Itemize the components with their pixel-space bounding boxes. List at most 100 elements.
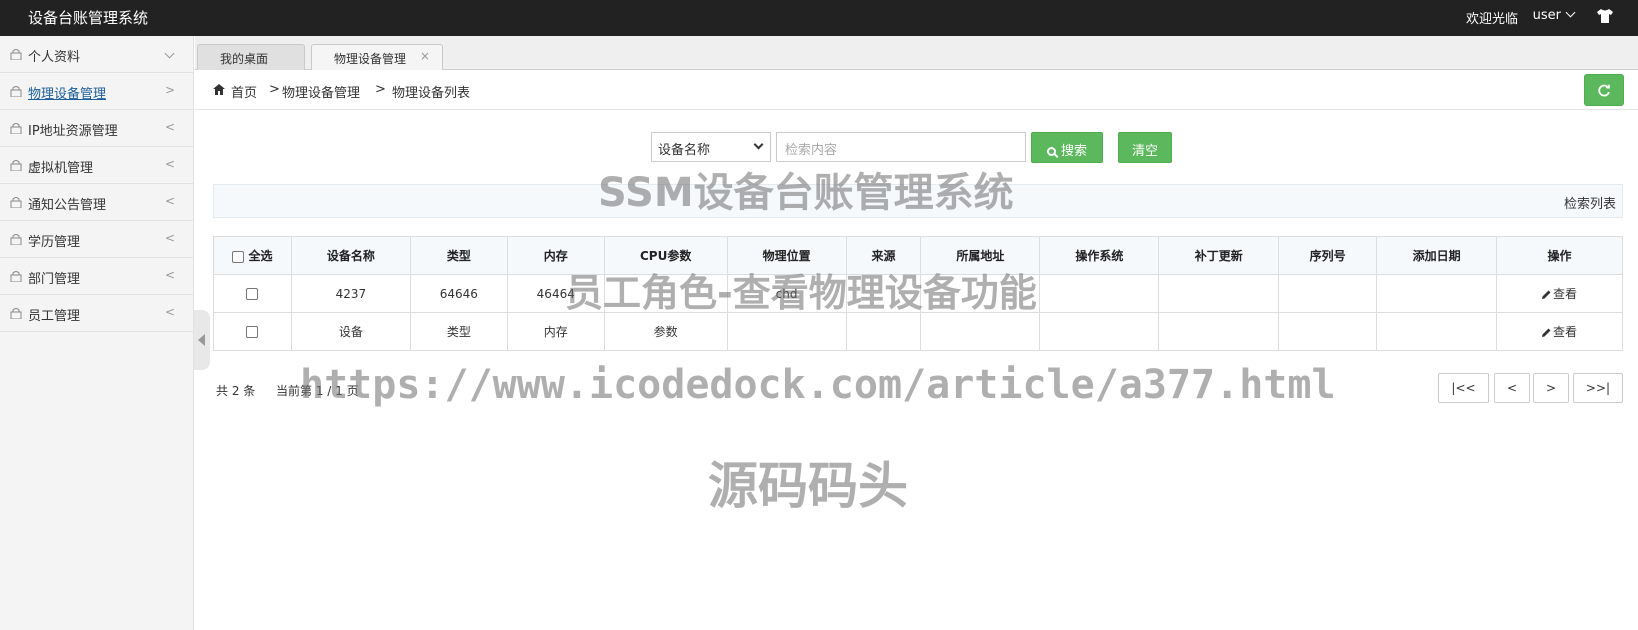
row-select-cell xyxy=(213,312,292,351)
search-placeholder: 检索内容 xyxy=(785,143,838,158)
cell-os xyxy=(1039,312,1160,351)
view-link[interactable]: 查看 xyxy=(1542,325,1577,339)
sidebar-item-label: 部门管理 xyxy=(28,272,81,287)
top-bar: 设备台账管理系统 欢迎光临 user xyxy=(0,0,1638,36)
clear-button-label: 清空 xyxy=(1131,144,1158,159)
cell-address xyxy=(920,312,1041,351)
column-header: 设备名称 xyxy=(290,236,411,275)
sidebar-item-label: 物理设备管理 xyxy=(28,87,107,102)
app-title: 设备台账管理系统 xyxy=(28,9,149,27)
sidebar-item-profile[interactable]: 个人资料 xyxy=(0,36,193,73)
sidebar-item-label: 虚拟机管理 xyxy=(28,161,94,176)
tab-physical-devices[interactable]: 物理设备管理 × xyxy=(311,44,443,71)
sidebar-item-ip-resources[interactable]: IP地址资源管理 < xyxy=(0,110,193,147)
sidebar-item-departments[interactable]: 部门管理 < xyxy=(0,258,193,295)
triangle-left-icon xyxy=(198,334,205,346)
cell-patch xyxy=(1158,312,1280,351)
lock-icon xyxy=(10,271,22,282)
select-all-checkbox[interactable] xyxy=(232,250,245,263)
lock-icon xyxy=(10,234,22,245)
close-icon[interactable]: × xyxy=(420,49,430,63)
row-checkbox[interactable] xyxy=(246,288,259,300)
refresh-button[interactable] xyxy=(1584,74,1624,106)
sidebar-item-label: 学历管理 xyxy=(28,235,81,250)
refresh-icon xyxy=(1598,84,1610,97)
sidebar-item-label: 员工管理 xyxy=(28,309,81,324)
arrow-left-icon: < xyxy=(164,305,175,319)
sidebar: 个人资料 物理设备管理 > IP地址资源管理 < 虚拟机管理 < 通知公告管理 … xyxy=(0,36,194,630)
user-menu[interactable]: user xyxy=(1532,7,1576,23)
sidebar-item-notices[interactable]: 通知公告管理 < xyxy=(0,184,193,221)
tab-bar: 我的桌面 物理设备管理 × xyxy=(195,36,1638,71)
sidebar-item-vm[interactable]: 虚拟机管理 < xyxy=(0,147,193,184)
clear-button[interactable]: 清空 xyxy=(1118,132,1172,163)
arrow-right-icon: > xyxy=(164,83,175,97)
watermark-subtitle: 员工角色-查看物理设备功能 xyxy=(565,271,1037,315)
cell-type: 类型 xyxy=(409,312,508,351)
cell-location xyxy=(726,312,847,351)
sidebar-item-employees[interactable]: 员工管理 < xyxy=(0,295,193,332)
breadcrumb-level2: 物理设备列表 xyxy=(392,86,471,101)
tab-label: 物理设备管理 xyxy=(334,52,407,66)
view-link[interactable]: 查看 xyxy=(1542,287,1577,301)
arrow-left-icon: < xyxy=(164,194,175,208)
view-label: 查看 xyxy=(1553,325,1578,339)
cell-memory: 内存 xyxy=(506,312,605,351)
first-page-button[interactable]: |<< xyxy=(1438,373,1489,403)
cell-action: 查看 xyxy=(1496,312,1623,351)
search-input[interactable]: 检索内容 xyxy=(776,132,1026,162)
sidebar-item-education[interactable]: 学历管理 < xyxy=(0,221,193,258)
view-label: 查看 xyxy=(1553,287,1578,301)
pencil-icon xyxy=(1542,328,1551,337)
chevron-down-icon xyxy=(164,48,175,59)
breadcrumb-separator: > xyxy=(269,82,280,97)
sidebar-collapse-handle[interactable] xyxy=(194,310,210,370)
cell-serial xyxy=(1278,274,1378,313)
chevron-down-icon xyxy=(753,139,764,150)
select-all-header[interactable]: 全选 xyxy=(213,236,292,275)
home-icon xyxy=(213,84,225,95)
breadcrumb-home[interactable]: 首页 xyxy=(231,82,257,101)
arrow-left-icon: < xyxy=(164,120,175,134)
lock-icon xyxy=(10,160,22,171)
tab-label: 我的桌面 xyxy=(220,52,269,66)
search-field-select[interactable]: 设备名称 xyxy=(651,132,771,162)
cell-action: 查看 xyxy=(1496,274,1623,313)
breadcrumb-separator: > xyxy=(375,82,386,97)
sidebar-item-physical-devices[interactable]: 物理设备管理 > xyxy=(0,73,193,110)
breadcrumb: 首页 > 物理设备管理 > 物理设备列表 xyxy=(195,70,1638,110)
cell-serial xyxy=(1278,312,1378,351)
column-header: 操作 xyxy=(1496,236,1623,275)
next-page-button[interactable]: > xyxy=(1533,373,1569,403)
cell-patch xyxy=(1158,274,1280,313)
arrow-left-icon: < xyxy=(164,268,175,282)
column-header: 操作系统 xyxy=(1039,236,1160,275)
search-button-label: 搜索 xyxy=(1060,144,1087,159)
cell-name: 设备 xyxy=(290,312,411,351)
sidebar-item-label: 个人资料 xyxy=(28,50,81,65)
search-field-value: 设备名称 xyxy=(658,143,711,158)
select-all-label: 全选 xyxy=(248,249,273,263)
arrow-left-icon: < xyxy=(164,157,175,171)
username: user xyxy=(1532,8,1561,23)
row-checkbox[interactable] xyxy=(246,326,259,338)
tab-desktop[interactable]: 我的桌面 xyxy=(197,44,305,70)
search-icon xyxy=(1046,147,1056,156)
lock-icon xyxy=(10,308,22,319)
column-header: 类型 xyxy=(409,236,508,275)
sidebar-item-label: 通知公告管理 xyxy=(28,198,107,213)
last-page-button[interactable]: >>| xyxy=(1573,373,1623,403)
theme-shirt-icon[interactable] xyxy=(1596,8,1614,24)
sidebar-item-label: IP地址资源管理 xyxy=(28,124,118,139)
breadcrumb-level1[interactable]: 物理设备管理 xyxy=(282,82,360,101)
cell-os xyxy=(1039,274,1160,313)
arrow-left-icon: < xyxy=(164,231,175,245)
cell-date xyxy=(1376,274,1498,313)
cell-type: 64646 xyxy=(409,274,508,313)
column-header: 添加日期 xyxy=(1376,236,1498,275)
column-header: 补丁更新 xyxy=(1158,236,1280,275)
prev-page-button[interactable]: < xyxy=(1494,373,1530,403)
search-button[interactable]: 搜索 xyxy=(1031,132,1103,163)
watermark-brand: 源码码头 xyxy=(708,457,908,515)
lock-icon xyxy=(10,49,22,60)
